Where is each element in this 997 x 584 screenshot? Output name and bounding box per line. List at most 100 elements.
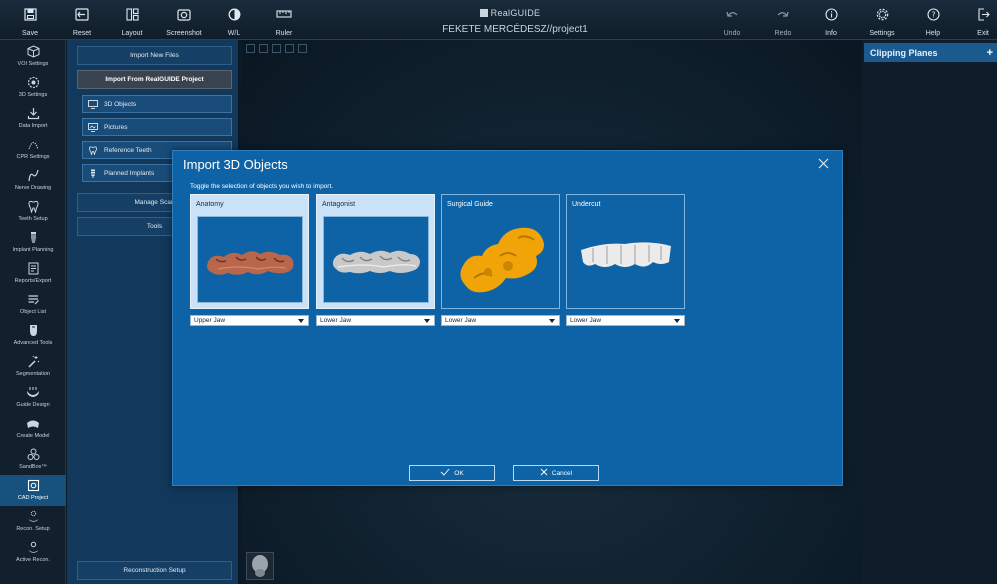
surgical-guide-model-preview: [448, 216, 554, 303]
object-card-anatomy[interactable]: Anatomy: [190, 194, 309, 309]
implant-icon: [26, 230, 40, 244]
top-toolbar: Save Reset Layout Screenshot W/L Ruler R…: [0, 0, 997, 40]
contrast-icon: [226, 6, 242, 22]
antagonist-model-preview: [323, 216, 429, 303]
close-icon: [540, 468, 548, 478]
exit-button[interactable]: Exit: [955, 0, 997, 40]
active-recon-icon: [26, 540, 40, 554]
picture-icon: [88, 122, 98, 132]
import-3d-objects-dialog: Import 3D Objects Toggle the selection o…: [172, 150, 843, 486]
sidebar-item-voi-settings[interactable]: VOI Settings: [0, 41, 66, 72]
camera-icon: [176, 6, 192, 22]
sidebar-item-sandbox[interactable]: SandBox™: [0, 444, 66, 475]
sidebar-item-implant-planning[interactable]: Implant Planning: [0, 227, 66, 258]
exit-icon: [975, 6, 991, 22]
dropdown-caret-icon: [424, 318, 430, 323]
antagonist-jaw-select[interactable]: Lower Jaw: [316, 315, 435, 326]
settings-button[interactable]: Settings: [854, 0, 910, 40]
sidebar-item-cpr-settings[interactable]: CPR Settings: [0, 134, 66, 165]
info-icon: [823, 6, 839, 22]
window-level-button[interactable]: W/L: [206, 0, 262, 40]
close-icon[interactable]: [816, 156, 830, 170]
zoom-icon[interactable]: [259, 44, 268, 53]
rotate-icon[interactable]: [285, 44, 294, 53]
sidebar-item-nerve-drawing[interactable]: Nerve Drawing: [0, 165, 66, 196]
tooth-icon: [26, 199, 40, 213]
ruler-icon: [276, 6, 292, 22]
cube-icon: [26, 44, 40, 58]
grid-icon[interactable]: [298, 44, 307, 53]
viewport-toolbar: [246, 44, 307, 53]
reset-button[interactable]: Reset: [54, 0, 110, 40]
sidebar-item-object-list[interactable]: Object List: [0, 289, 66, 320]
reset-icon: [74, 6, 90, 22]
3d-settings-icon: [26, 75, 40, 89]
sidebar-item-segmentation[interactable]: Segmentation: [0, 351, 66, 382]
list-icon: [26, 292, 40, 306]
sidebar-item-teeth-setup[interactable]: Teeth Setup: [0, 196, 66, 227]
help-icon: ?: [925, 6, 941, 22]
sandbox-icon: [26, 447, 40, 461]
checkmark-icon: [440, 468, 450, 478]
model-icon: [26, 416, 40, 430]
cancel-button[interactable]: Cancel: [513, 465, 599, 481]
dropdown-caret-icon: [298, 318, 304, 323]
info-button[interactable]: Info: [803, 0, 859, 40]
sidebar-item-active-recon[interactable]: Active Recon.: [0, 537, 66, 568]
gear-icon: [874, 6, 890, 22]
monitor-3d-icon: [88, 99, 98, 109]
import-3d-objects-item[interactable]: 3D Objects: [82, 95, 232, 113]
cad-project-icon: [26, 478, 40, 492]
screenshot-button[interactable]: Screenshot: [156, 0, 212, 40]
reconstruction-setup-button[interactable]: Reconstruction Setup: [77, 561, 232, 580]
ruler-button[interactable]: Ruler: [256, 0, 312, 40]
close-view-icon[interactable]: [272, 44, 281, 53]
dialog-title: Import 3D Objects: [183, 157, 288, 172]
object-card-antagonist[interactable]: Antagonist: [316, 194, 435, 309]
import-pictures-item[interactable]: Pictures: [82, 118, 232, 136]
surgical-guide-jaw-select[interactable]: Lower Jaw: [441, 315, 560, 326]
layout-button[interactable]: Layout: [104, 0, 160, 40]
right-panel: Clipping Planes +: [862, 40, 997, 584]
nerve-icon: [26, 168, 40, 182]
sidebar-item-advanced-tools[interactable]: Advanced Tools: [0, 320, 66, 351]
sidebar-item-data-import[interactable]: Data Import: [0, 103, 66, 134]
project-title: FEKETE MERCÉDESZ//project1: [442, 24, 588, 35]
sidebar-item-create-model[interactable]: Create Model: [0, 413, 66, 444]
pan-icon[interactable]: [246, 44, 255, 53]
anatomy-jaw-select[interactable]: Upper Jaw: [190, 315, 309, 326]
sidebar-item-3d-settings[interactable]: 3D Settings: [0, 72, 66, 103]
brand-logo: RealGUIDE: [470, 4, 550, 22]
add-icon[interactable]: +: [987, 47, 993, 59]
report-icon: [26, 261, 40, 275]
undo-icon: [724, 6, 740, 22]
redo-icon: [775, 6, 791, 22]
wand-icon: [26, 354, 40, 368]
save-icon: [22, 6, 38, 22]
anatomy-model-preview: [197, 216, 303, 303]
head-orientation-thumbnail[interactable]: [246, 552, 274, 580]
sidebar-item-reports-export[interactable]: Reports/Export: [0, 258, 66, 289]
implant-icon: [88, 169, 98, 178]
sidebar-item-recon-setup[interactable]: Recon. Setup: [0, 506, 66, 537]
recon-setup-icon: [26, 509, 40, 523]
svg-text:?: ?: [931, 10, 935, 19]
object-card-surgical-guide[interactable]: Surgical Guide: [441, 194, 560, 309]
object-card-undercut[interactable]: Undercut: [566, 194, 685, 309]
sidebar-item-cad-project[interactable]: CAD Project: [0, 475, 66, 506]
clipping-planes-header[interactable]: Clipping Planes +: [864, 43, 997, 62]
advanced-tools-icon: [26, 323, 40, 337]
undo-button[interactable]: Undo: [704, 0, 760, 40]
help-button[interactable]: ? Help: [905, 0, 961, 40]
guide-icon: [26, 385, 40, 399]
undercut-jaw-select[interactable]: Lower Jaw: [566, 315, 685, 326]
dropdown-caret-icon: [549, 318, 555, 323]
dialog-instruction: Toggle the selection of objects you wish…: [190, 183, 334, 190]
layout-icon: [124, 6, 140, 22]
dropdown-caret-icon: [674, 318, 680, 323]
sidebar-item-guide-design[interactable]: Guide Design: [0, 382, 66, 413]
ok-button[interactable]: OK: [409, 465, 495, 481]
import-realguide-project-button[interactable]: Import From RealGUIDE Project: [77, 70, 232, 89]
import-new-files-button[interactable]: Import New Files: [77, 46, 232, 65]
save-button[interactable]: Save: [2, 0, 58, 40]
